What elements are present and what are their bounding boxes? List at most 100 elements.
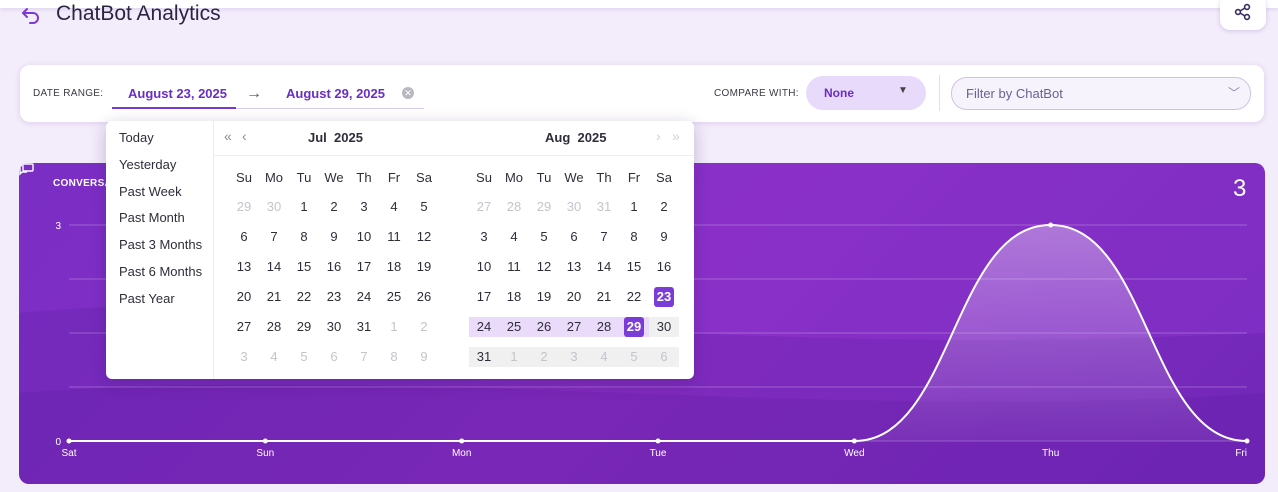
calendar-day[interactable]: 6 — [559, 227, 589, 247]
calendar-day[interactable]: 22 — [289, 287, 319, 307]
preset-today[interactable]: Today — [119, 130, 154, 145]
calendar-day[interactable]: 31 — [469, 347, 499, 367]
calendar-day[interactable]: 20 — [229, 287, 259, 307]
calendar-day[interactable]: 28 — [499, 197, 529, 217]
calendar-day[interactable]: 5 — [529, 227, 559, 247]
calendar-day[interactable]: 23 — [319, 287, 349, 307]
preset-past-week[interactable]: Past Week — [119, 184, 182, 199]
calendar-day[interactable]: 13 — [559, 257, 589, 277]
calendar-day[interactable]: 17 — [349, 257, 379, 277]
calendar-day[interactable]: 31 — [589, 197, 619, 217]
calendar-day[interactable]: 12 — [529, 257, 559, 277]
calendar-day[interactable]: 19 — [409, 257, 439, 277]
calendar-day[interactable]: 20 — [559, 287, 589, 307]
calendar-day[interactable]: 24 — [469, 317, 499, 337]
calendar-day[interactable]: 25 — [499, 317, 529, 337]
calendar-day[interactable]: 21 — [259, 287, 289, 307]
preset-past-6-months[interactable]: Past 6 Months — [119, 264, 202, 279]
calendar-day[interactable]: 30 — [649, 317, 679, 337]
clear-date-icon[interactable]: ✕ — [402, 87, 414, 99]
calendar-day[interactable]: 2 — [409, 317, 439, 337]
calendar-day[interactable]: 4 — [499, 227, 529, 247]
calendar-day[interactable]: 29 — [529, 197, 559, 217]
calendar-day[interactable]: 6 — [649, 347, 679, 367]
calendar-day[interactable]: 18 — [379, 257, 409, 277]
calendar-day[interactable]: 27 — [469, 197, 499, 217]
calendar-day[interactable]: 10 — [469, 257, 499, 277]
chatbot-filter-select[interactable]: Filter by ChatBot ﹀ — [951, 77, 1251, 110]
calendar-day[interactable]: 11 — [499, 257, 529, 277]
calendar-day[interactable]: 1 — [379, 317, 409, 337]
calendar-day[interactable]: 3 — [469, 227, 499, 247]
calendar-day[interactable]: 30 — [259, 197, 289, 217]
calendar-day[interactable]: 15 — [289, 257, 319, 277]
calendar-day[interactable]: 22 — [619, 287, 649, 307]
prev-month-icon[interactable]: ‹ — [242, 128, 247, 144]
calendar-day[interactable]: 14 — [259, 257, 289, 277]
calendar-day[interactable]: 8 — [619, 227, 649, 247]
calendar-day[interactable]: 9 — [319, 227, 349, 247]
calendar-day[interactable]: 2 — [649, 197, 679, 217]
calendar-day[interactable]: 31 — [349, 317, 379, 337]
calendar-day[interactable]: 5 — [289, 347, 319, 367]
calendar-day[interactable]: 3 — [349, 197, 379, 217]
calendar-day[interactable]: 21 — [589, 287, 619, 307]
selected-day[interactable]: 29 — [624, 317, 644, 337]
calendar-day[interactable]: 12 — [409, 227, 439, 247]
calendar-day[interactable]: 27 — [229, 317, 259, 337]
calendar-day[interactable]: 5 — [619, 347, 649, 367]
calendar-day[interactable]: 28 — [589, 317, 619, 337]
calendar-day[interactable]: 6 — [319, 347, 349, 367]
calendar-day[interactable]: 6 — [229, 227, 259, 247]
calendar-day[interactable]: 16 — [319, 257, 349, 277]
calendar-day[interactable]: 2 — [529, 347, 559, 367]
preset-yesterday[interactable]: Yesterday — [119, 157, 176, 172]
calendar-day[interactable]: 10 — [349, 227, 379, 247]
start-date-input[interactable]: August 23, 2025 — [128, 86, 227, 101]
calendar-day[interactable]: 30 — [319, 317, 349, 337]
calendar-day[interactable]: 19 — [529, 287, 559, 307]
calendar-day[interactable]: 29 — [229, 197, 259, 217]
calendar-day[interactable]: 7 — [589, 227, 619, 247]
calendar-day[interactable]: 9 — [409, 347, 439, 367]
calendar-day[interactable]: 15 — [619, 257, 649, 277]
calendar-day[interactable]: 1 — [289, 197, 319, 217]
calendar-day[interactable]: 25 — [379, 287, 409, 307]
calendar-day[interactable]: 18 — [499, 287, 529, 307]
calendar-day[interactable]: 5 — [409, 197, 439, 217]
selected-day[interactable]: 23 — [654, 287, 674, 307]
calendar-day[interactable]: 16 — [649, 257, 679, 277]
calendar-day[interactable]: 24 — [349, 287, 379, 307]
calendar-day[interactable]: 29 — [289, 317, 319, 337]
calendar-day[interactable]: 4 — [259, 347, 289, 367]
share-button[interactable] — [1220, 0, 1266, 30]
back-arrow-icon[interactable] — [20, 4, 42, 24]
preset-past-year[interactable]: Past Year — [119, 291, 175, 306]
calendar-day[interactable]: 8 — [379, 347, 409, 367]
calendar-day[interactable]: 11 — [379, 227, 409, 247]
calendar-day[interactable]: 1 — [619, 197, 649, 217]
calendar-day[interactable]: 28 — [259, 317, 289, 337]
prev-year-icon[interactable]: « — [224, 128, 232, 144]
calendar-day[interactable]: 30 — [559, 197, 589, 217]
calendar-day[interactable]: 17 — [469, 287, 499, 307]
calendar-day[interactable]: 7 — [349, 347, 379, 367]
calendar-day[interactable]: 3 — [229, 347, 259, 367]
next-month-icon[interactable]: › — [656, 128, 661, 144]
calendar-day[interactable]: 4 — [379, 197, 409, 217]
calendar-day[interactable]: 2 — [319, 197, 349, 217]
calendar-day[interactable]: 26 — [409, 287, 439, 307]
calendar-day[interactable]: 3 — [559, 347, 589, 367]
calendar-day[interactable]: 14 — [589, 257, 619, 277]
calendar-day[interactable]: 7 — [259, 227, 289, 247]
calendar-day[interactable]: 8 — [289, 227, 319, 247]
calendar-day[interactable]: 1 — [499, 347, 529, 367]
next-year-icon[interactable]: » — [672, 128, 680, 144]
end-date-input[interactable]: August 29, 2025 — [286, 86, 385, 101]
calendar-day[interactable]: 4 — [589, 347, 619, 367]
compare-select[interactable]: None ▼ — [806, 76, 926, 110]
calendar-day[interactable]: 9 — [649, 227, 679, 247]
preset-past-month[interactable]: Past Month — [119, 210, 185, 225]
preset-past-3-months[interactable]: Past 3 Months — [119, 237, 202, 252]
calendar-day[interactable]: 27 — [559, 317, 589, 337]
